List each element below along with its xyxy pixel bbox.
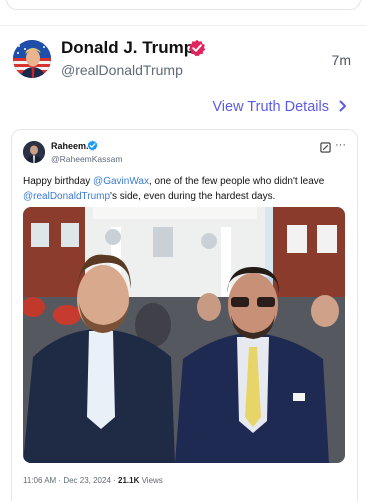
quote-author-handle[interactable]: @RaheemKassam — [51, 154, 122, 164]
quote-verified-badge-icon — [87, 140, 98, 151]
quote-author-name[interactable]: Raheem. — [51, 141, 89, 151]
previous-card — [6, 0, 361, 10]
quote-avatar[interactable] — [23, 141, 45, 163]
more-icon[interactable]: ··· — [335, 139, 346, 151]
quote-text: Happy birthday @GavinWax, one of the few… — [23, 174, 343, 204]
quote-photo[interactable] — [23, 207, 345, 463]
view-truth-details-link[interactable]: View Truth Details — [212, 99, 347, 115]
mention-link[interactable]: @realDonaldTrump — [23, 191, 110, 202]
quoted-post-card[interactable]: Raheem. @RaheemKassam ··· Happy birthday… — [11, 129, 358, 501]
author-handle[interactable]: @realDonaldTrump — [61, 62, 183, 78]
author-avatar[interactable] — [13, 40, 51, 78]
quote-text-middle: , one of the few people who didn't leave — [148, 176, 325, 187]
verified-badge-icon — [188, 39, 206, 57]
grok-icon[interactable] — [320, 142, 331, 153]
author-name[interactable]: Donald J. Trump — [61, 38, 194, 58]
post-time: 7m — [331, 52, 351, 68]
quote-timestamp: 11:06 AM · Dec 23, 2024 · 21.1K Views — [23, 476, 163, 485]
views-count: 21.1K — [118, 476, 140, 485]
timestamp-text: 11:06 AM · Dec 23, 2024 · — [23, 476, 119, 485]
quote-text-end: 's side, even during the hardest days. — [110, 191, 276, 202]
mention-link[interactable]: @GavinWax — [93, 176, 149, 187]
divider — [0, 25, 367, 26]
chevron-right-icon — [339, 100, 346, 112]
details-link-label: View Truth Details — [212, 99, 329, 115]
views-label: Views — [139, 476, 163, 485]
quote-text-start: Happy birthday — [23, 176, 94, 187]
